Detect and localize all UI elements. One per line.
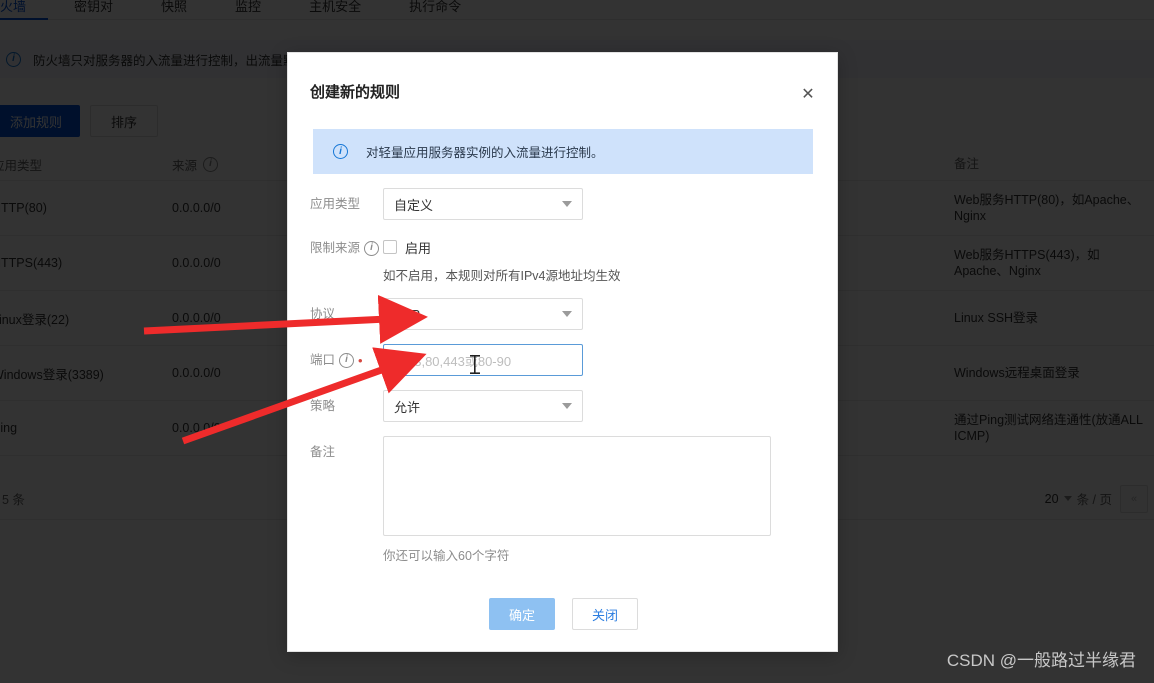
chevron-down-icon	[562, 201, 572, 207]
close-icon[interactable]: ✕	[797, 83, 819, 105]
rule-form: 应用类型 自定义 限制来源 i 启用 如不启用，本规则对所有IPv4源地址均生效…	[288, 188, 839, 564]
field-port: 端口 i • 如53,80,443或80-90	[288, 344, 839, 390]
label-limit-source: 限制来源 i	[288, 232, 383, 264]
dialog-info-text: 对轻量应用服务器实例的入流量进行控制。	[366, 146, 604, 160]
text-cursor-icon	[470, 355, 480, 374]
limit-source-checkbox-label: 启用	[405, 240, 432, 256]
protocol-value: TCP	[394, 306, 420, 322]
info-icon[interactable]: i	[364, 240, 380, 256]
info-icon[interactable]: i	[339, 352, 355, 368]
field-policy: 策略 允许	[288, 390, 839, 436]
confirm-button[interactable]: 确定	[489, 598, 555, 630]
label-policy: 策略	[310, 399, 336, 413]
field-limit-source: 限制来源 i 启用 如不启用，本规则对所有IPv4源地址均生效	[288, 232, 839, 298]
port-placeholder: 如53,80,443或80-90	[394, 353, 512, 369]
dialog-title: 创建新的规则	[310, 84, 401, 101]
app-type-value: 自定义	[394, 197, 434, 213]
chevron-down-icon	[562, 311, 572, 317]
watermark: CSDN @一般路过半缘君	[946, 651, 1136, 670]
protocol-select[interactable]: TCP	[383, 298, 583, 330]
field-app-type: 应用类型 自定义	[288, 188, 839, 232]
dialog-actions: 确定 关闭	[288, 598, 839, 630]
field-remark: 备注 你还可以输入60个字符	[288, 436, 839, 564]
port-input[interactable]: 如53,80,443或80-90	[383, 344, 583, 376]
policy-select[interactable]: 允许	[383, 390, 583, 422]
dialog-info-banner: i 对轻量应用服务器实例的入流量进行控制。	[313, 129, 813, 174]
cancel-button[interactable]: 关闭	[572, 598, 638, 630]
field-protocol: 协议 TCP	[288, 298, 839, 344]
label-port: 端口 i •	[288, 344, 383, 376]
info-icon: i	[333, 144, 348, 159]
label-protocol: 协议	[310, 307, 336, 321]
app-type-select[interactable]: 自定义	[383, 188, 583, 220]
limit-source-checkbox[interactable]	[383, 240, 397, 254]
label-app-type: 应用类型	[310, 197, 361, 211]
create-rule-dialog: 创建新的规则 ✕ i 对轻量应用服务器实例的入流量进行控制。 应用类型 自定义 …	[287, 52, 838, 652]
screen: 火墙 密钥对 快照 监控 主机安全 执行命令 i 防火墙只对服务器的入流量进行控…	[0, 0, 1154, 683]
limit-source-hint: 如不启用，本规则对所有IPv4源地址均生效	[383, 269, 621, 283]
label-remark: 备注	[310, 445, 336, 459]
policy-value: 允许	[394, 399, 421, 415]
limit-source-checkbox-row[interactable]: 启用	[383, 236, 621, 258]
remark-textarea[interactable]	[383, 436, 771, 536]
label-port-text: 端口	[310, 353, 336, 367]
chevron-down-icon	[562, 403, 572, 409]
label-limit-source-text: 限制来源	[310, 241, 361, 255]
required-marker: •	[358, 352, 363, 368]
remark-counter: 你还可以输入60个字符	[383, 549, 510, 563]
